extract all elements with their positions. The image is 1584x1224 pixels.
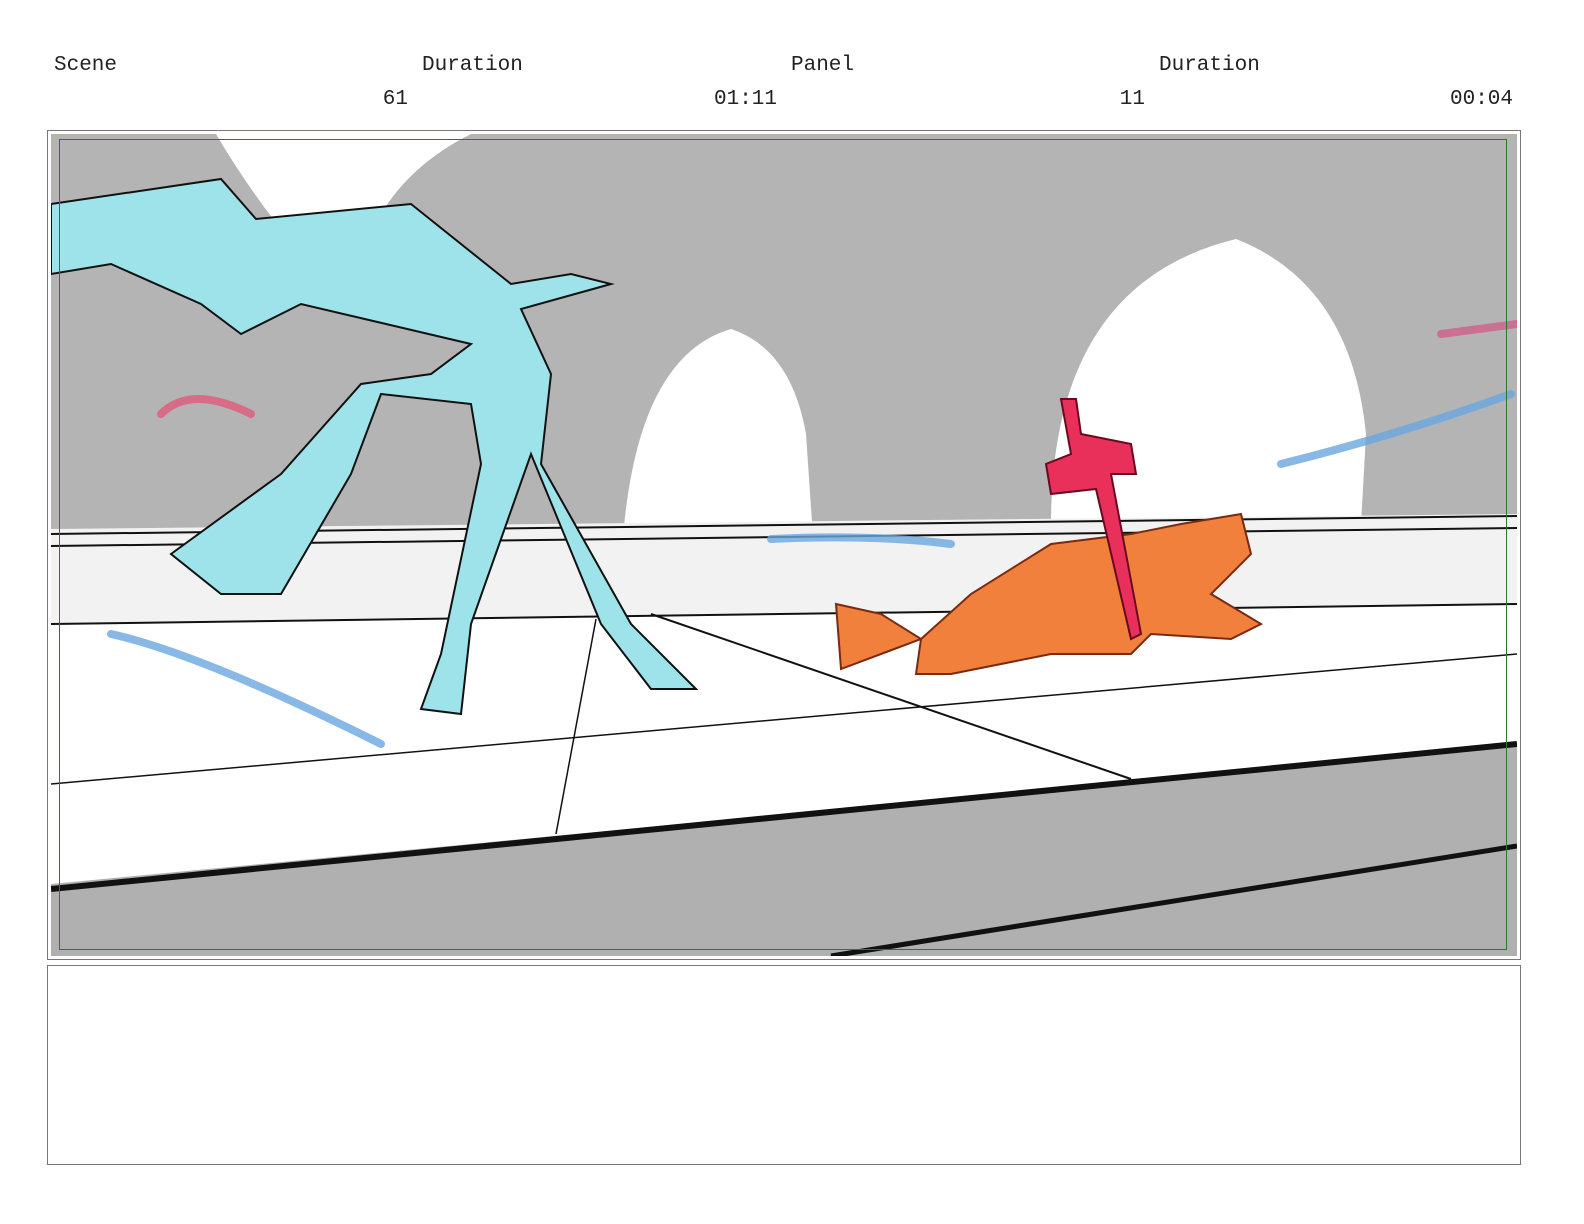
panel-duration-label: Duration — [1159, 54, 1260, 77]
scene-duration-value: 01:11 — [713, 88, 777, 111]
scene-label: Scene — [54, 54, 118, 77]
scene-duration-label: Duration — [422, 54, 523, 77]
panel-duration-value: 00:04 — [1449, 88, 1513, 111]
storyboard-panel — [47, 130, 1521, 960]
panel-value: 11 — [1119, 88, 1145, 111]
scene-value: 61 — [382, 88, 408, 111]
safe-frame — [59, 139, 1507, 950]
notes-box[interactable] — [47, 965, 1521, 1165]
panel-label: Panel — [791, 54, 855, 77]
